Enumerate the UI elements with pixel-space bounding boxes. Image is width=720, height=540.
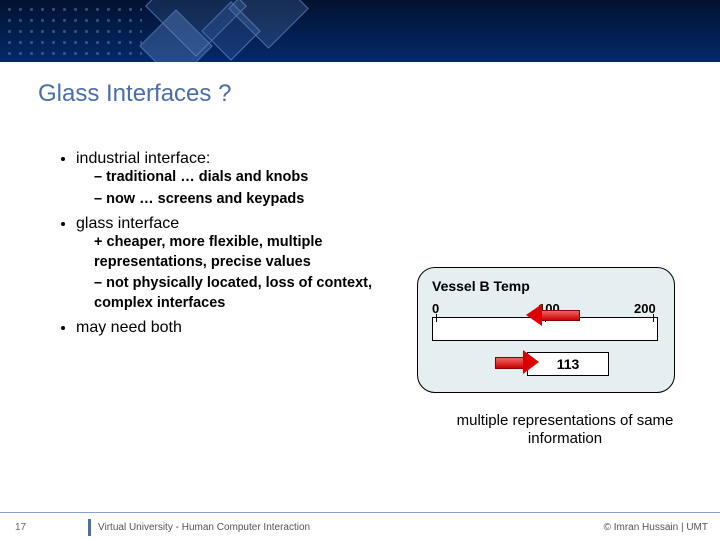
bullet-industrial: industrial interface: traditional … dial… [76, 150, 388, 209]
footer-bar [88, 519, 91, 536]
slide-footer: 17 Virtual University - Human Computer I… [0, 510, 720, 540]
sub-bullet-plus: cheaper, more flexible, multiple represe… [94, 233, 388, 272]
diagram-caption: multiple representations of same informa… [450, 412, 680, 448]
bullet-glass: glass interface cheaper, more flexible, … [76, 215, 388, 313]
diagram-title: Vessel B Temp [432, 278, 530, 294]
sub-bullet: not physically located, loss of context,… [94, 274, 388, 313]
value-readout: 113 [527, 352, 609, 376]
footer-divider [0, 512, 720, 513]
bullet-both: may need both [76, 319, 388, 337]
slide-title: Glass Interfaces ? [38, 80, 231, 108]
slide-header [0, 0, 720, 62]
arrow-icon [495, 350, 539, 374]
footer-copyright: © Imran Hussain | UMT [604, 522, 708, 533]
bullet-text: industrial interface: [76, 150, 210, 167]
bullet-text: glass interface [76, 215, 179, 232]
decorative-dots [0, 0, 142, 62]
page-number: 17 [15, 522, 26, 533]
sub-bullet: traditional … dials and knobs [94, 168, 388, 188]
content-area: industrial interface: traditional … dial… [58, 150, 388, 343]
sub-bullet: now … screens and keypads [94, 190, 388, 210]
arrow-icon [526, 304, 578, 324]
tick-mark [653, 314, 654, 322]
footer-course: Virtual University - Human Computer Inte… [98, 522, 310, 533]
tick-mark [436, 314, 437, 322]
